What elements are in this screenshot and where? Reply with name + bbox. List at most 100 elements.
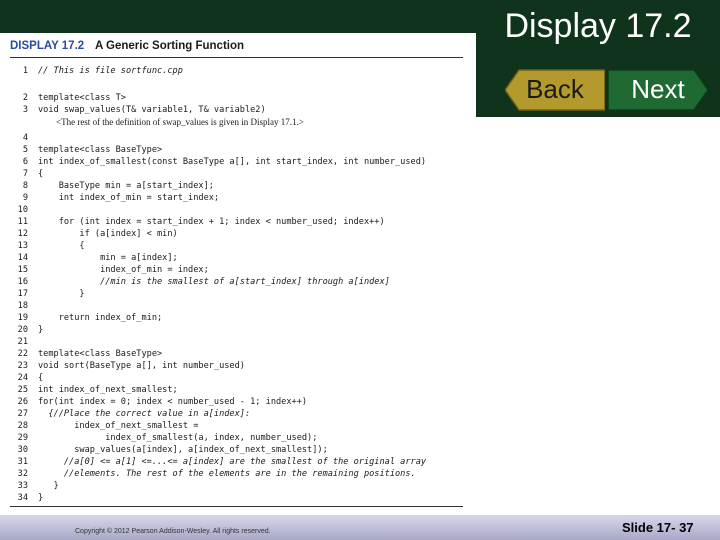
code-line: 31 //a[0] <= a[1] <=...<= a[index] are t… bbox=[10, 457, 426, 468]
code-text: int index_of_min = start_index; bbox=[38, 193, 220, 203]
code-text: void sort(BaseType a[], int number_used) bbox=[38, 361, 245, 371]
code-text: } bbox=[38, 325, 44, 335]
line-number: 3 bbox=[22, 105, 28, 115]
code-line: 15 index_of_min = index; bbox=[10, 265, 209, 276]
line-number: 25 bbox=[17, 385, 28, 395]
code-line: 26 for(int index = 0; index < number_used… bbox=[10, 397, 307, 408]
code-line: 23 void sort(BaseType a[], int number_use… bbox=[10, 361, 245, 372]
line-number: 13 bbox=[17, 241, 28, 251]
code-text: void swap_values(T& variable1, T& variab… bbox=[38, 105, 266, 115]
footer-divider bbox=[10, 506, 463, 507]
line-number: 22 bbox=[17, 349, 28, 359]
line-number: 17 bbox=[17, 289, 28, 299]
code-line: 19 return index_of_min; bbox=[10, 313, 163, 324]
back-button-label: Back bbox=[526, 74, 584, 104]
line-number: 15 bbox=[17, 265, 28, 275]
code-text: return index_of_min; bbox=[38, 313, 163, 323]
code-line: 11 for (int index = start_index + 1; ind… bbox=[10, 217, 385, 228]
code-text: min = a[index]; bbox=[38, 253, 178, 263]
code-text: } bbox=[38, 493, 44, 503]
code-line: 34} bbox=[10, 493, 44, 504]
line-number: 16 bbox=[17, 277, 28, 287]
slide-title: Display 17.2 bbox=[504, 7, 692, 45]
code-text: // This is file sortfunc.cpp bbox=[38, 66, 183, 76]
code-text: template<class T> bbox=[38, 93, 126, 103]
code-line: 4 bbox=[10, 133, 38, 144]
code-line: 6 int index_of_smallest(const BaseType a[… bbox=[10, 157, 426, 168]
code-text: BaseType min = a[start_index]; bbox=[38, 181, 214, 191]
code-line: 14 min = a[index]; bbox=[10, 253, 178, 264]
display-caption: A Generic Sorting Function bbox=[94, 40, 245, 52]
line-number: 27 bbox=[17, 409, 28, 419]
copyright-text: Copyright © 2012 Pearson Addison-Wesley.… bbox=[75, 528, 271, 535]
code-line: 12 if (a[index] < min) bbox=[10, 229, 178, 240]
line-number: 20 bbox=[17, 325, 28, 335]
line-number: 32 bbox=[17, 469, 28, 479]
line-number: 31 bbox=[17, 457, 28, 467]
code-text: for(int index = 0; index < number_used -… bbox=[38, 397, 308, 407]
line-number: 30 bbox=[17, 445, 28, 455]
line-number: 14 bbox=[17, 253, 28, 263]
line-number: 11 bbox=[17, 217, 28, 227]
code-line: 29 index_of_smallest(a, index, number_us… bbox=[10, 433, 318, 444]
line-number: 12 bbox=[17, 229, 28, 239]
code-text: {//Place the correct value in a[index]: bbox=[38, 409, 251, 419]
line-number: 18 bbox=[17, 301, 28, 311]
next-button-label: Next bbox=[631, 74, 685, 104]
line-number: 24 bbox=[17, 373, 28, 383]
line-number: 9 bbox=[22, 193, 28, 203]
line-number: 33 bbox=[17, 481, 28, 491]
code-line: 13 { bbox=[10, 241, 85, 252]
line-number: 8 bbox=[22, 181, 28, 191]
code-line: 3 void swap_values(T& variable1, T& varia… bbox=[10, 105, 266, 116]
code-line: 17 } bbox=[10, 289, 85, 300]
header-divider bbox=[10, 57, 463, 58]
code-line: 20} bbox=[10, 325, 44, 336]
code-text: template<class BaseType> bbox=[38, 145, 163, 155]
line-number: 6 bbox=[22, 157, 28, 167]
code-line: 32 //elements. The rest of the elements … bbox=[10, 469, 416, 480]
code-text: int index_of_next_smallest; bbox=[38, 385, 178, 395]
code-line: 33 } bbox=[10, 481, 59, 492]
code-text: template<class BaseType> bbox=[38, 349, 163, 359]
code-text: index_of_min = index; bbox=[38, 265, 209, 275]
code-line: 24 { bbox=[10, 373, 44, 384]
display-header: DISPLAY 17.2 A Generic Sorting Function bbox=[10, 40, 244, 52]
code-text: //min is the smallest of a[start_index] … bbox=[38, 277, 390, 287]
code-line: 9 int index_of_min = start_index; bbox=[10, 193, 219, 204]
code-text: index_of_next_smallest = bbox=[38, 421, 199, 431]
slide-number: Slide 17- 37 bbox=[622, 520, 694, 535]
line-number: 23 bbox=[17, 361, 28, 371]
code-line: <The rest of the definition of swap_valu… bbox=[10, 117, 304, 128]
code-text: <The rest of the definition of swap_valu… bbox=[38, 117, 304, 127]
code-line: 30 swap_values(a[index], a[index_of_next… bbox=[10, 445, 328, 456]
code-text: for (int index = start_index + 1; index … bbox=[38, 217, 385, 227]
line-number: 10 bbox=[17, 205, 28, 215]
code-line: 18 bbox=[10, 301, 38, 312]
line-number: 2 bbox=[22, 93, 28, 103]
code-line: 1 // This is file sortfunc.cpp bbox=[10, 66, 183, 77]
code-text: { bbox=[38, 241, 85, 251]
code-text: { bbox=[38, 169, 44, 179]
line-number: 26 bbox=[17, 397, 28, 407]
code-text: } bbox=[38, 289, 85, 299]
code-text: index_of_smallest(a, index, number_used)… bbox=[38, 433, 318, 443]
code-line: 8 BaseType min = a[start_index]; bbox=[10, 181, 214, 192]
code-line: 28 index_of_next_smallest = bbox=[10, 421, 199, 432]
code-line: 21 bbox=[10, 337, 38, 348]
line-number: 28 bbox=[17, 421, 28, 431]
code-line: 5 template<class BaseType> bbox=[10, 145, 162, 156]
code-text: int index_of_smallest(const BaseType a[]… bbox=[38, 157, 427, 167]
code-line: 22 template<class BaseType> bbox=[10, 349, 163, 360]
line-number: 1 bbox=[22, 66, 28, 76]
line-number: 21 bbox=[17, 337, 28, 347]
line-number: 19 bbox=[17, 313, 28, 323]
code-text: //elements. The rest of the elements are… bbox=[38, 469, 416, 479]
code-text: if (a[index] < min) bbox=[38, 229, 178, 239]
line-number: 29 bbox=[17, 433, 28, 443]
back-button[interactable]: Back bbox=[505, 68, 605, 112]
code-line: 16 //min is the smallest of a[start_inde… bbox=[10, 277, 390, 288]
code-text: { bbox=[38, 373, 44, 383]
code-line: 25 int index_of_next_smallest; bbox=[10, 385, 178, 396]
next-button[interactable]: Next bbox=[608, 68, 708, 112]
